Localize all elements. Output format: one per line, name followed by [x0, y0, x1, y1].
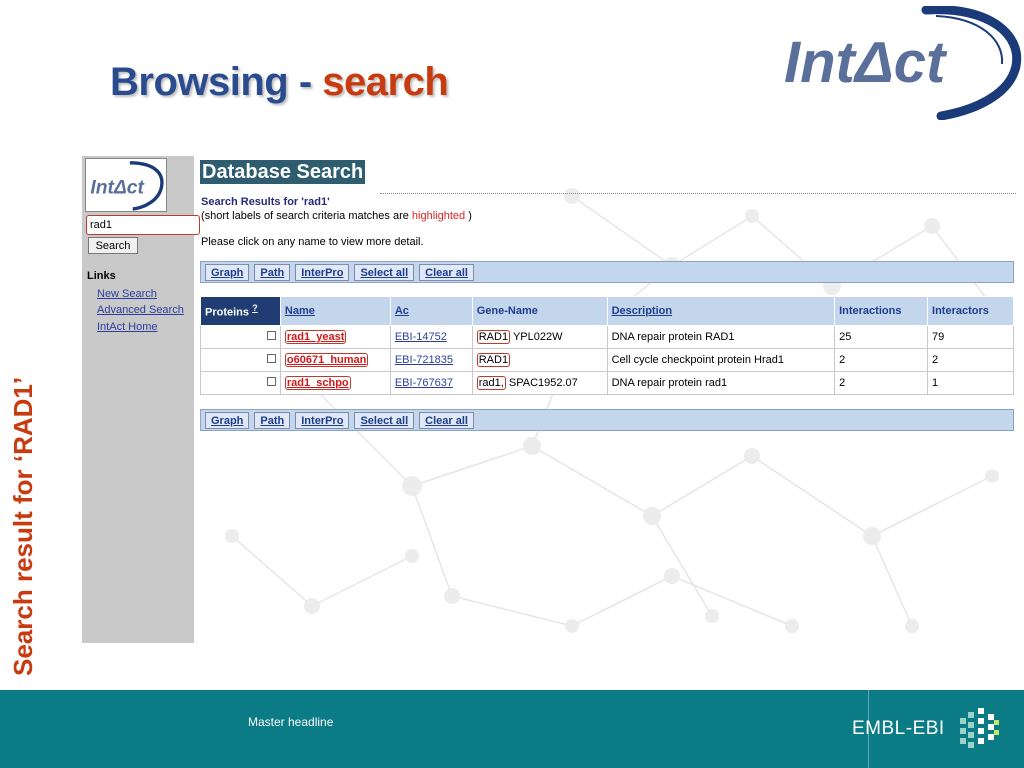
search-input[interactable] [86, 215, 200, 235]
col-gene-name: Gene-Name [471, 296, 608, 326]
col-interactors: Interactors [927, 296, 1014, 326]
gene-highlight: RAD1 [476, 330, 511, 344]
table-row: rad1_schpo EBI-767637 rad1, SPAC1952.07 … [200, 371, 1014, 395]
intact-logo: IntΔct [784, 6, 1022, 120]
side-label: Search result for ‘RAD1’ [8, 376, 38, 676]
interactions-cell: 2 [834, 348, 929, 372]
help-link[interactable]: ? [252, 303, 258, 313]
col-ac[interactable]: Ac [389, 296, 473, 326]
footer-bar: Master headline EMBL-EBI [0, 690, 1024, 768]
embl-ebi-text: EMBL-EBI [852, 718, 945, 739]
protein-name-link[interactable]: rad1_yeast [284, 330, 347, 344]
interactions-cell: 25 [834, 325, 929, 349]
table-header-row: Proteins ? Name Ac Gene-Name Description… [200, 296, 1014, 326]
row-checkbox[interactable] [266, 377, 276, 386]
intact-small-logo: IntΔct [85, 158, 167, 212]
clear-all-button[interactable]: Clear all [419, 412, 474, 429]
gene-rest: YPL022W [512, 331, 563, 343]
description-cell: Cell cycle checkpoint protein Hrad1 [606, 348, 836, 372]
row-select-cell [200, 325, 281, 349]
protein-name-link[interactable]: rad1_schpo [284, 376, 351, 390]
name-cell: rad1_yeast [279, 325, 391, 349]
search-button[interactable]: Search [88, 237, 138, 254]
results-heading: Search Results for 'rad1' [201, 196, 330, 208]
gene-cell: RAD1 [471, 348, 608, 372]
slide-title: Browsing - search [110, 60, 449, 105]
description-cell: DNA repair protein rad1 [606, 371, 836, 395]
results-note: (short labels of search criteria matches… [201, 210, 472, 222]
row-select-cell [200, 348, 281, 372]
col-name[interactable]: Name [279, 296, 391, 326]
col-proteins: Proteins ? [200, 296, 281, 326]
gene-cell: RAD1 YPL022W [471, 325, 608, 349]
gene-cell: rad1, SPAC1952.07 [471, 371, 608, 395]
path-button[interactable]: Path [254, 412, 291, 429]
interactors-cell: 2 [927, 348, 1014, 372]
results-note-pre: (short labels of search criteria matches… [201, 210, 412, 222]
footer-headline: Master headline [248, 715, 334, 729]
col-description[interactable]: Description [606, 296, 836, 326]
row-select-cell [200, 371, 281, 395]
browser-screenshot: IntΔct Links New Search Advanced Search … [82, 156, 1016, 643]
ac-cell: EBI-14752 [389, 325, 473, 349]
col-interactions: Interactions [834, 296, 929, 326]
network-background [225, 188, 999, 633]
results-table: Proteins ? Name Ac Gene-Name Description… [200, 296, 1014, 395]
click-note: Please click on any name to view more de… [201, 236, 424, 248]
action-bar-bottom: Graph Path InterPro Select all Clear all [200, 409, 1014, 431]
ac-cell: EBI-721835 [389, 348, 473, 372]
slide-title-part2: search [322, 60, 449, 104]
page-title: Database Search [200, 160, 366, 184]
accession-link[interactable]: EBI-721835 [395, 354, 453, 366]
row-checkbox[interactable] [266, 331, 276, 340]
action-bar-top: Graph Path InterPro Select all Clear all [200, 261, 1014, 283]
path-button[interactable]: Path [254, 264, 291, 281]
advanced-search-link[interactable]: Advanced Search [97, 304, 184, 316]
gene-highlight: RAD1 [476, 353, 511, 367]
slide-title-part1: Browsing - [110, 60, 323, 104]
embl-ebi-logo-icon [960, 708, 999, 748]
col-proteins-label: Proteins [205, 306, 250, 319]
intact-small-logo-text: IntΔct [90, 178, 145, 199]
name-cell: rad1_schpo [279, 371, 391, 395]
select-all-button[interactable]: Select all [354, 264, 415, 281]
intact-home-link[interactable]: IntAct Home [97, 321, 158, 333]
results-note-highlight: highlighted [411, 210, 466, 222]
interpro-button[interactable]: InterPro [295, 264, 350, 281]
slide: Browsing - search IntΔct Search result f… [0, 0, 1024, 768]
gene-rest: SPAC1952.07 [508, 377, 578, 389]
name-cell: o60671_human [279, 348, 391, 372]
gene-highlight: rad1, [476, 376, 506, 390]
interpro-button[interactable]: InterPro [295, 412, 350, 429]
interactors-cell: 1 [927, 371, 1014, 395]
intact-logo-text: IntΔct [784, 30, 948, 95]
results-note-post: ) [465, 210, 472, 222]
row-checkbox[interactable] [266, 354, 276, 363]
ac-cell: EBI-767637 [389, 371, 473, 395]
dotted-divider [380, 193, 1016, 194]
table-row: o60671_human EBI-721835 RAD1 Cell cycle … [200, 348, 1014, 372]
protein-name-link[interactable]: o60671_human [284, 353, 369, 367]
description-cell: DNA repair protein RAD1 [606, 325, 836, 349]
graph-button[interactable]: Graph [205, 264, 250, 281]
accession-link[interactable]: EBI-767637 [395, 377, 453, 389]
interactions-cell: 2 [834, 371, 929, 395]
links-heading: Links [87, 270, 116, 282]
table-row: rad1_yeast EBI-14752 RAD1 YPL022W DNA re… [200, 325, 1014, 349]
new-search-link[interactable]: New Search [97, 288, 157, 300]
graph-button[interactable]: Graph [205, 412, 250, 429]
select-all-button[interactable]: Select all [354, 412, 415, 429]
interactors-cell: 79 [927, 325, 1014, 349]
clear-all-button[interactable]: Clear all [419, 264, 474, 281]
accession-link[interactable]: EBI-14752 [395, 331, 447, 343]
